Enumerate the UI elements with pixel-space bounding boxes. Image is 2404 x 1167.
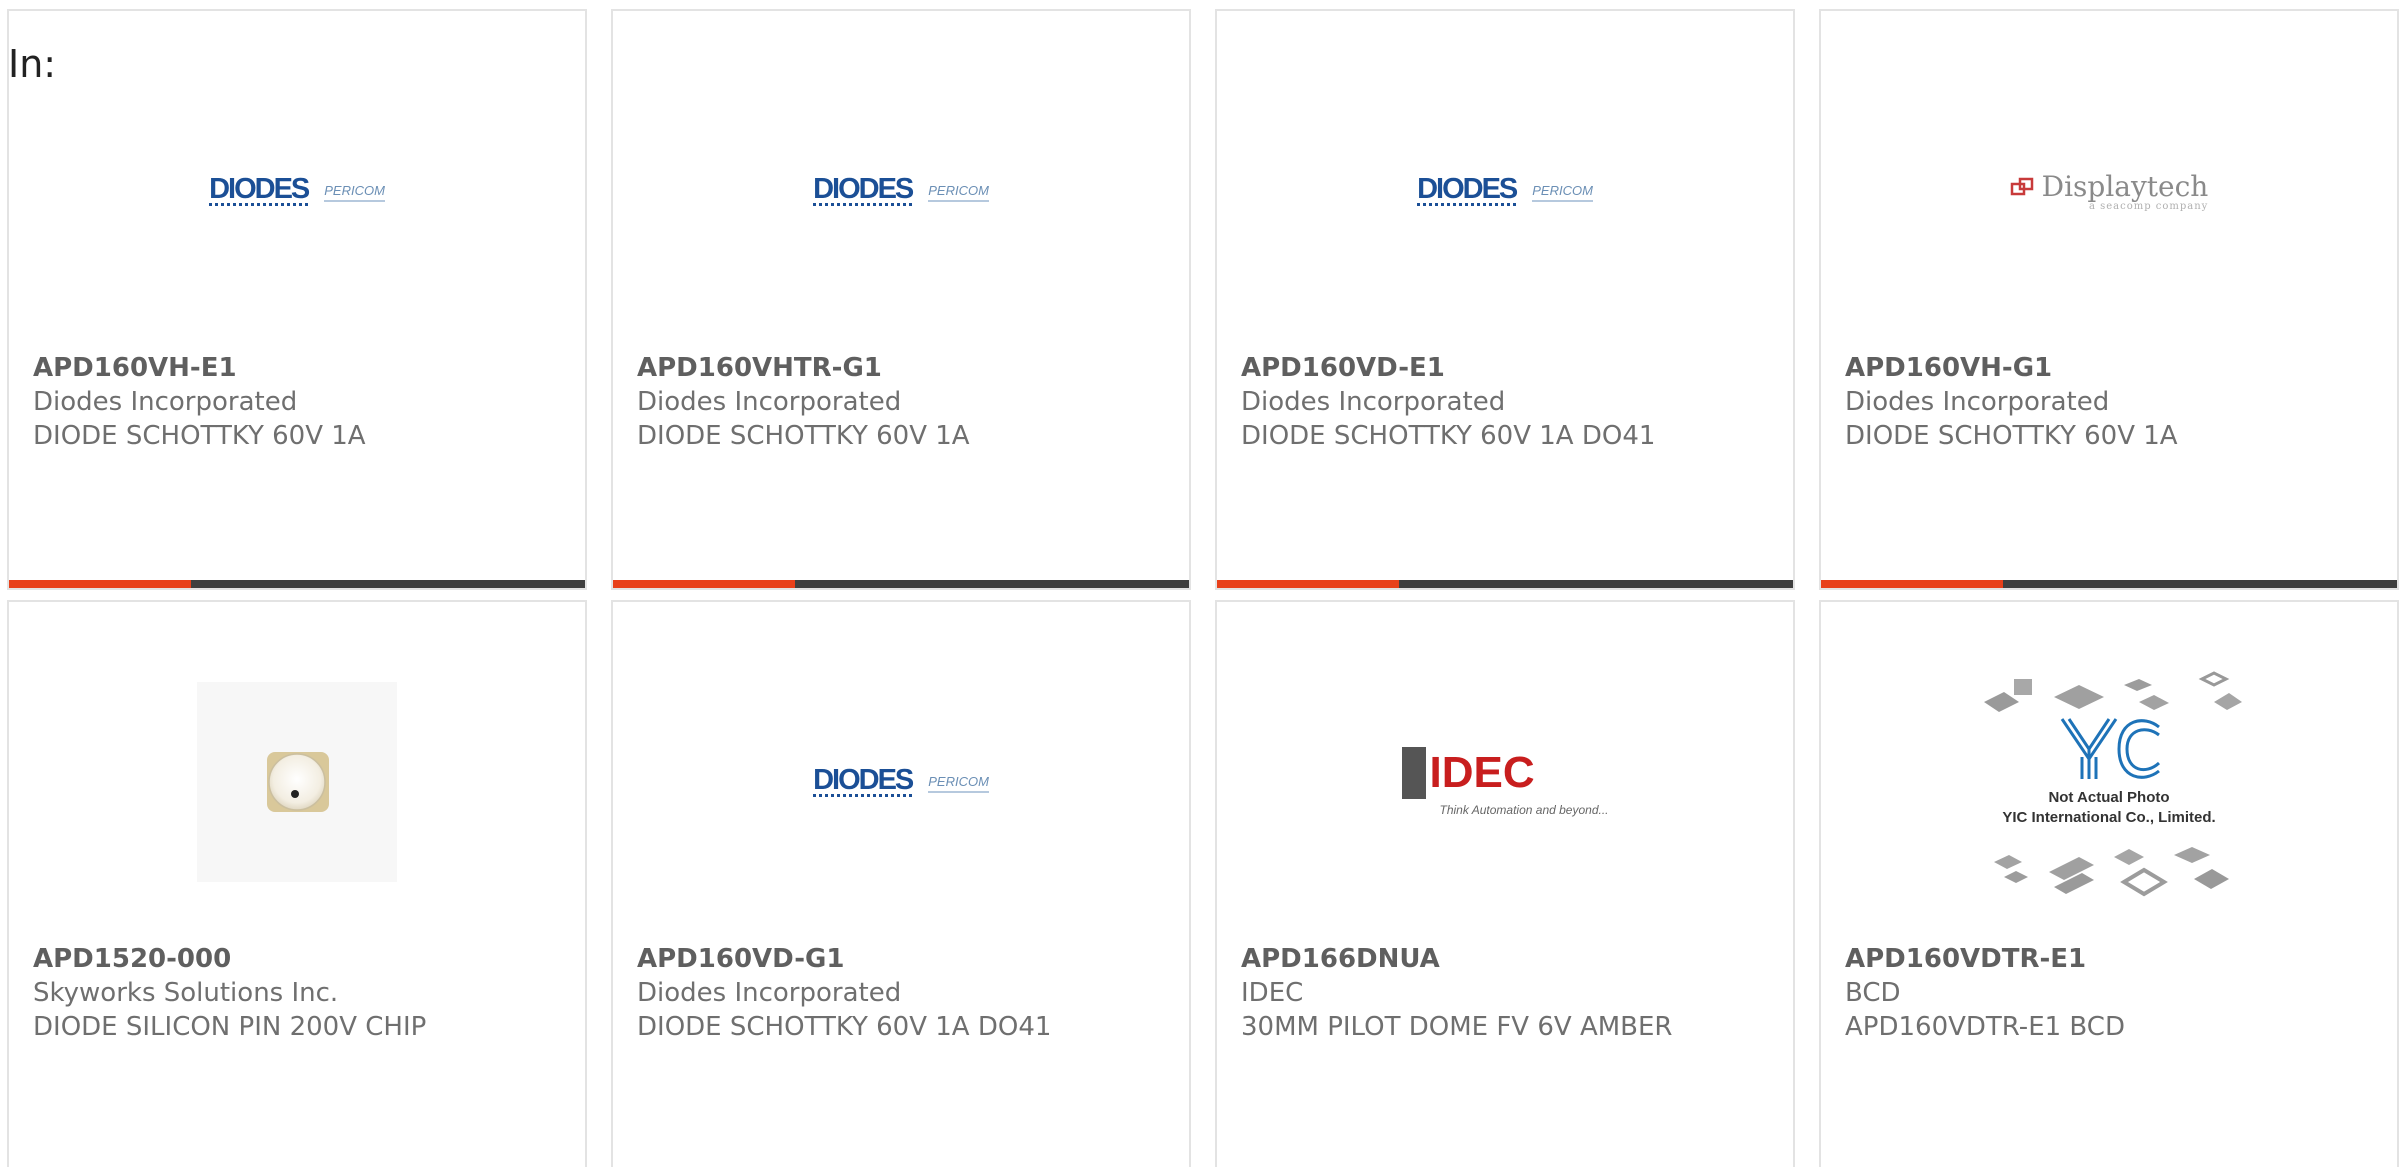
description: DIODE SCHOTTKY 60V 1A DO41	[1241, 421, 1656, 451]
product-card[interactable]: DIODES PERICOM APD160VH-E1 Diodes Incorp…	[7, 9, 587, 590]
product-image: Displaytech a seacomp company	[1821, 71, 2397, 311]
logo-primary-text: DIODES	[1417, 173, 1518, 205]
product-info: APD160VH-G1 Diodes Incorporated DIODE SC…	[1845, 351, 2377, 453]
logo-primary-text: DIODES	[813, 173, 914, 205]
part-number[interactable]: APD160VH-G1	[1845, 351, 2377, 385]
part-number[interactable]: APD160VHTR-G1	[637, 351, 1169, 385]
card-accent-bar	[9, 580, 191, 588]
product-info: APD160VD-G1 Diodes Incorporated DIODE SC…	[637, 942, 1169, 1044]
displaytech-mark-icon	[2010, 177, 2033, 195]
card-accent-bar	[1821, 580, 2003, 588]
manufacturer: Diodes Incorporated	[637, 978, 902, 1008]
product-image	[9, 662, 585, 902]
product-info: APD1520-000 Skyworks Solutions Inc. DIOD…	[33, 942, 565, 1044]
product-info: APD160VDTR-E1 BCD APD160VDTR-E1 BCD	[1845, 942, 2377, 1044]
diodes-pericom-logo: DIODES PERICOM	[813, 764, 989, 797]
logo-secondary-text: PERICOM	[324, 183, 385, 198]
product-card[interactable]: Not Actual Photo YIC International Co., …	[1819, 600, 2399, 1167]
card-accent-bar	[613, 580, 795, 588]
logo-primary-text: DIODES	[813, 764, 914, 796]
part-number[interactable]: APD160VDTR-E1	[1845, 942, 2377, 976]
displaytech-logo: Displaytech a seacomp company	[2010, 170, 2209, 212]
logo-secondary-text: PERICOM	[928, 183, 989, 198]
description: DIODE SCHOTTKY 60V 1A	[1845, 421, 2178, 451]
logo-primary-text: IDEC	[1429, 748, 1535, 797]
product-info: APD160VD-E1 Diodes Incorporated DIODE SC…	[1241, 351, 1773, 453]
product-card[interactable]: DIODES PERICOM APD160VD-G1 Diodes Incorp…	[611, 600, 1191, 1167]
description: 30MM PILOT DOME FV 6V AMBER	[1241, 1012, 1673, 1042]
manufacturer: Diodes Incorporated	[1845, 387, 2110, 417]
product-info: APD160VHTR-G1 Diodes Incorporated DIODE …	[637, 351, 1169, 453]
product-image: IDEC Think Automation and beyond...	[1217, 662, 1793, 902]
description: DIODE SCHOTTKY 60V 1A	[637, 421, 970, 451]
product-info: APD166DNUA IDEC 30MM PILOT DOME FV 6V AM…	[1241, 942, 1773, 1044]
product-image: DIODES PERICOM	[613, 662, 1189, 902]
logo-secondary-text: PERICOM	[928, 774, 989, 789]
product-image: DIODES PERICOM	[613, 71, 1189, 311]
card-bottom-bar	[1821, 580, 2397, 588]
logo-primary-text: Displaytech	[2041, 170, 2209, 203]
diodes-pericom-logo: DIODES PERICOM	[209, 173, 385, 206]
manufacturer: Diodes Incorporated	[33, 387, 298, 417]
logo-primary-text: DIODES	[209, 173, 310, 205]
card-bottom-bar	[1217, 580, 1793, 588]
diodes-pericom-logo: DIODES PERICOM	[1417, 173, 1593, 206]
manufacturer: Skyworks Solutions Inc.	[33, 978, 339, 1008]
product-card[interactable]: DIODES PERICOM APD160VHTR-G1 Diodes Inco…	[611, 9, 1191, 590]
logo-secondary-text: a seacomp company	[2088, 201, 2209, 212]
product-image: DIODES PERICOM	[1217, 71, 1793, 311]
filter-in-label: In:	[8, 42, 57, 86]
yic-not-actual-photo-icon: Not Actual Photo YIC International Co., …	[1984, 671, 2242, 897]
description: DIODE SCHOTTKY 60V 1A DO41	[637, 1012, 1052, 1042]
manufacturer: Diodes Incorporated	[637, 387, 902, 417]
logo-primary-text: Not Actual Photo	[2048, 789, 2169, 806]
logo-secondary-text: Think Automation and beyond...	[1439, 803, 1609, 817]
part-number[interactable]: APD166DNUA	[1241, 942, 1773, 976]
product-results-page: In: DIODES PERICOM APD160VH-E1 Diodes In…	[0, 0, 2404, 1167]
manufacturer: Diodes Incorporated	[1241, 387, 1506, 417]
product-info: APD160VH-E1 Diodes Incorporated DIODE SC…	[33, 351, 565, 453]
product-card[interactable]: DIODES PERICOM APD160VD-E1 Diodes Incorp…	[1215, 9, 1795, 590]
part-number[interactable]: APD160VH-E1	[33, 351, 565, 385]
product-card[interactable]: IDEC Think Automation and beyond... APD1…	[1215, 600, 1795, 1167]
part-number[interactable]: APD1520-000	[33, 942, 565, 976]
product-card[interactable]: Displaytech a seacomp company APD160VH-G…	[1819, 9, 2399, 590]
product-grid: DIODES PERICOM APD160VH-E1 Diodes Incorp…	[7, 9, 2399, 1167]
description: DIODE SCHOTTKY 60V 1A	[33, 421, 366, 451]
chip-photo-icon	[197, 682, 397, 882]
description: DIODE SILICON PIN 200V CHIP	[33, 1012, 427, 1042]
card-bottom-bar	[9, 580, 585, 588]
manufacturer: IDEC	[1241, 978, 1304, 1008]
manufacturer: BCD	[1845, 978, 1901, 1008]
product-image: DIODES PERICOM	[9, 71, 585, 311]
product-card[interactable]: APD1520-000 Skyworks Solutions Inc. DIOD…	[7, 600, 587, 1167]
description: APD160VDTR-E1 BCD	[1845, 1012, 2125, 1042]
part-number[interactable]: APD160VD-E1	[1241, 351, 1773, 385]
logo-secondary-text: PERICOM	[1532, 183, 1593, 198]
diodes-pericom-logo: DIODES PERICOM	[813, 173, 989, 206]
idec-logo: IDEC Think Automation and beyond...	[1401, 747, 1609, 817]
logo-secondary-text: YIC International Co., Limited.	[2002, 809, 2215, 826]
card-accent-bar	[1217, 580, 1399, 588]
part-number[interactable]: APD160VD-G1	[637, 942, 1169, 976]
product-image: Not Actual Photo YIC International Co., …	[1821, 657, 2397, 907]
card-bottom-bar	[613, 580, 1189, 588]
